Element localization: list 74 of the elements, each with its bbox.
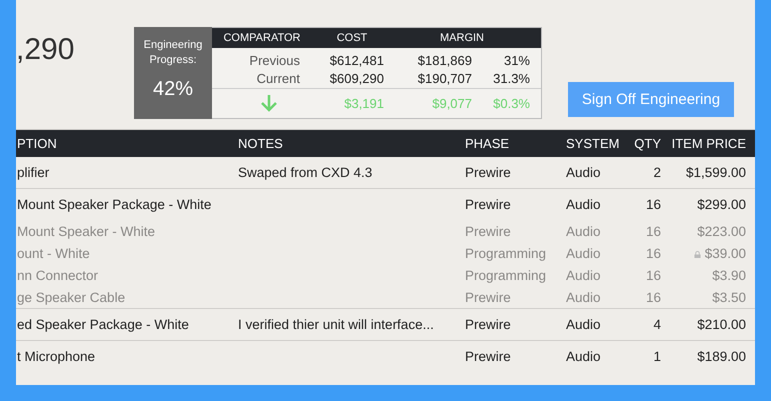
column-header: ITEM PRICE bbox=[670, 136, 746, 151]
table-row[interactable]: Mount Speaker - White Prewire Audio 16 $223.00 bbox=[16, 220, 755, 242]
quantity-cell-text: 2 bbox=[652, 165, 661, 180]
description-cell-text: ount - White bbox=[16, 246, 91, 260]
phase-cell-text: Prewire bbox=[464, 165, 512, 180]
column-header: NOTES bbox=[237, 136, 284, 151]
system-cell-text: Audio bbox=[565, 268, 602, 282]
quantity-cell-text: 16 bbox=[644, 268, 661, 282]
column-header: MARGIN bbox=[439, 32, 485, 44]
description-cell-text: t Microphone bbox=[16, 349, 96, 364]
system-cell-text: Audio bbox=[565, 317, 602, 332]
quantity-cell-text: 16 bbox=[644, 246, 661, 260]
quantity-cell-text: 16 bbox=[644, 224, 661, 238]
system-cell-text: Audio bbox=[565, 197, 602, 212]
description-cell-text: ed Speaker Package - White bbox=[16, 317, 190, 332]
comparator-label: Current bbox=[256, 70, 300, 88]
table-row[interactable]: ed Speaker Package - White I verified thier unit will interface... Prewire Audio 4 $210.00 bbox=[16, 309, 755, 341]
table-row[interactable]: Mount Speaker Package - White Prewire Audio 16 $299.00 bbox=[16, 189, 755, 220]
column-header: PHASE bbox=[464, 136, 510, 151]
price-cell-text: $1,599.00 bbox=[684, 165, 746, 180]
cost-value: $612,481 bbox=[328, 52, 384, 70]
progress-value: 42% bbox=[152, 78, 194, 101]
phase-cell-text: Programming bbox=[464, 246, 548, 260]
price-cell-text: $189.00 bbox=[696, 349, 746, 364]
total-amount: ,290 bbox=[16, 33, 76, 67]
cost-value: $609,290 bbox=[328, 70, 384, 88]
quantity-cell-text: 16 bbox=[644, 290, 661, 304]
cost-difference: $3,191 bbox=[343, 96, 384, 110]
progress-label: Engineering Progress: bbox=[142, 38, 204, 68]
description-cell-text: nn Connector bbox=[16, 268, 100, 282]
system-cell-text: Audio bbox=[565, 224, 602, 238]
price-cell-text: $3.50 bbox=[711, 290, 746, 304]
phase-cell-text: Prewire bbox=[464, 197, 512, 212]
system-cell-text: Audio bbox=[565, 290, 602, 304]
margin-value: $190,707 bbox=[416, 70, 472, 88]
description-cell-text: Mount Speaker Package - White bbox=[16, 197, 212, 212]
system-cell-text: Audio bbox=[565, 349, 602, 364]
phase-cell-text: Prewire bbox=[464, 224, 512, 238]
quantity-cell-text: 16 bbox=[644, 197, 661, 212]
phase-cell-text: Prewire bbox=[464, 349, 512, 364]
table-row[interactable]: t Microphone Prewire Audio 1 $189.00 bbox=[16, 341, 755, 372]
quantity-cell-text: 4 bbox=[652, 317, 661, 332]
margin-percent: 31% bbox=[502, 52, 530, 70]
price-cell-text: $3.90 bbox=[711, 268, 746, 282]
table-row[interactable]: nn Connector Programming Audio 16 $3.90 bbox=[16, 264, 755, 286]
system-cell-text: Audio bbox=[565, 246, 602, 260]
sign-off-button[interactable]: Sign Off Engineering bbox=[568, 82, 734, 117]
table-row[interactable]: ount - White Programming Audio 16 $39.00 bbox=[16, 242, 755, 264]
phase-cell-text: Prewire bbox=[464, 317, 512, 332]
column-header: SYSTEM bbox=[565, 136, 620, 151]
margin-difference: $9,077 bbox=[431, 96, 472, 110]
comparator-label: Previous bbox=[248, 52, 300, 70]
price-cell-text: $223.00 bbox=[696, 224, 746, 238]
column-header: COMPARATOR bbox=[222, 32, 302, 44]
notes-cell-text: Swaped from CXD 4.3 bbox=[237, 165, 374, 180]
column-header: PTION bbox=[16, 136, 58, 151]
phase-cell-text: Prewire bbox=[464, 290, 512, 304]
price-cell-text: $210.00 bbox=[696, 317, 746, 332]
margin-value: $181,869 bbox=[416, 52, 472, 70]
phase-cell-text: Programming bbox=[464, 268, 548, 282]
column-header: COST bbox=[336, 32, 368, 44]
notes-cell-text: I verified thier unit will interface... bbox=[237, 317, 435, 332]
table-row[interactable]: ge Speaker Cable Prewire Audio 16 $3.50 bbox=[16, 286, 755, 309]
margin-percent-difference: $0.3% bbox=[492, 96, 530, 110]
margin-percent: 31.3% bbox=[492, 70, 530, 88]
table-row[interactable]: plifier Swaped from CXD 4.3 Prewire Audio 2 $1,599.00 bbox=[16, 157, 755, 189]
quantity-cell-text: 1 bbox=[652, 349, 661, 364]
price-cell: $39.00 bbox=[661, 246, 746, 260]
system-cell-text: Audio bbox=[565, 165, 602, 180]
description-cell-text: plifier bbox=[16, 165, 50, 180]
description-cell-text: Mount Speaker - White bbox=[16, 224, 156, 238]
price-cell-text: $299.00 bbox=[696, 197, 746, 212]
column-header: QTY bbox=[633, 136, 661, 151]
description-cell-text: ge Speaker Cable bbox=[16, 290, 126, 304]
